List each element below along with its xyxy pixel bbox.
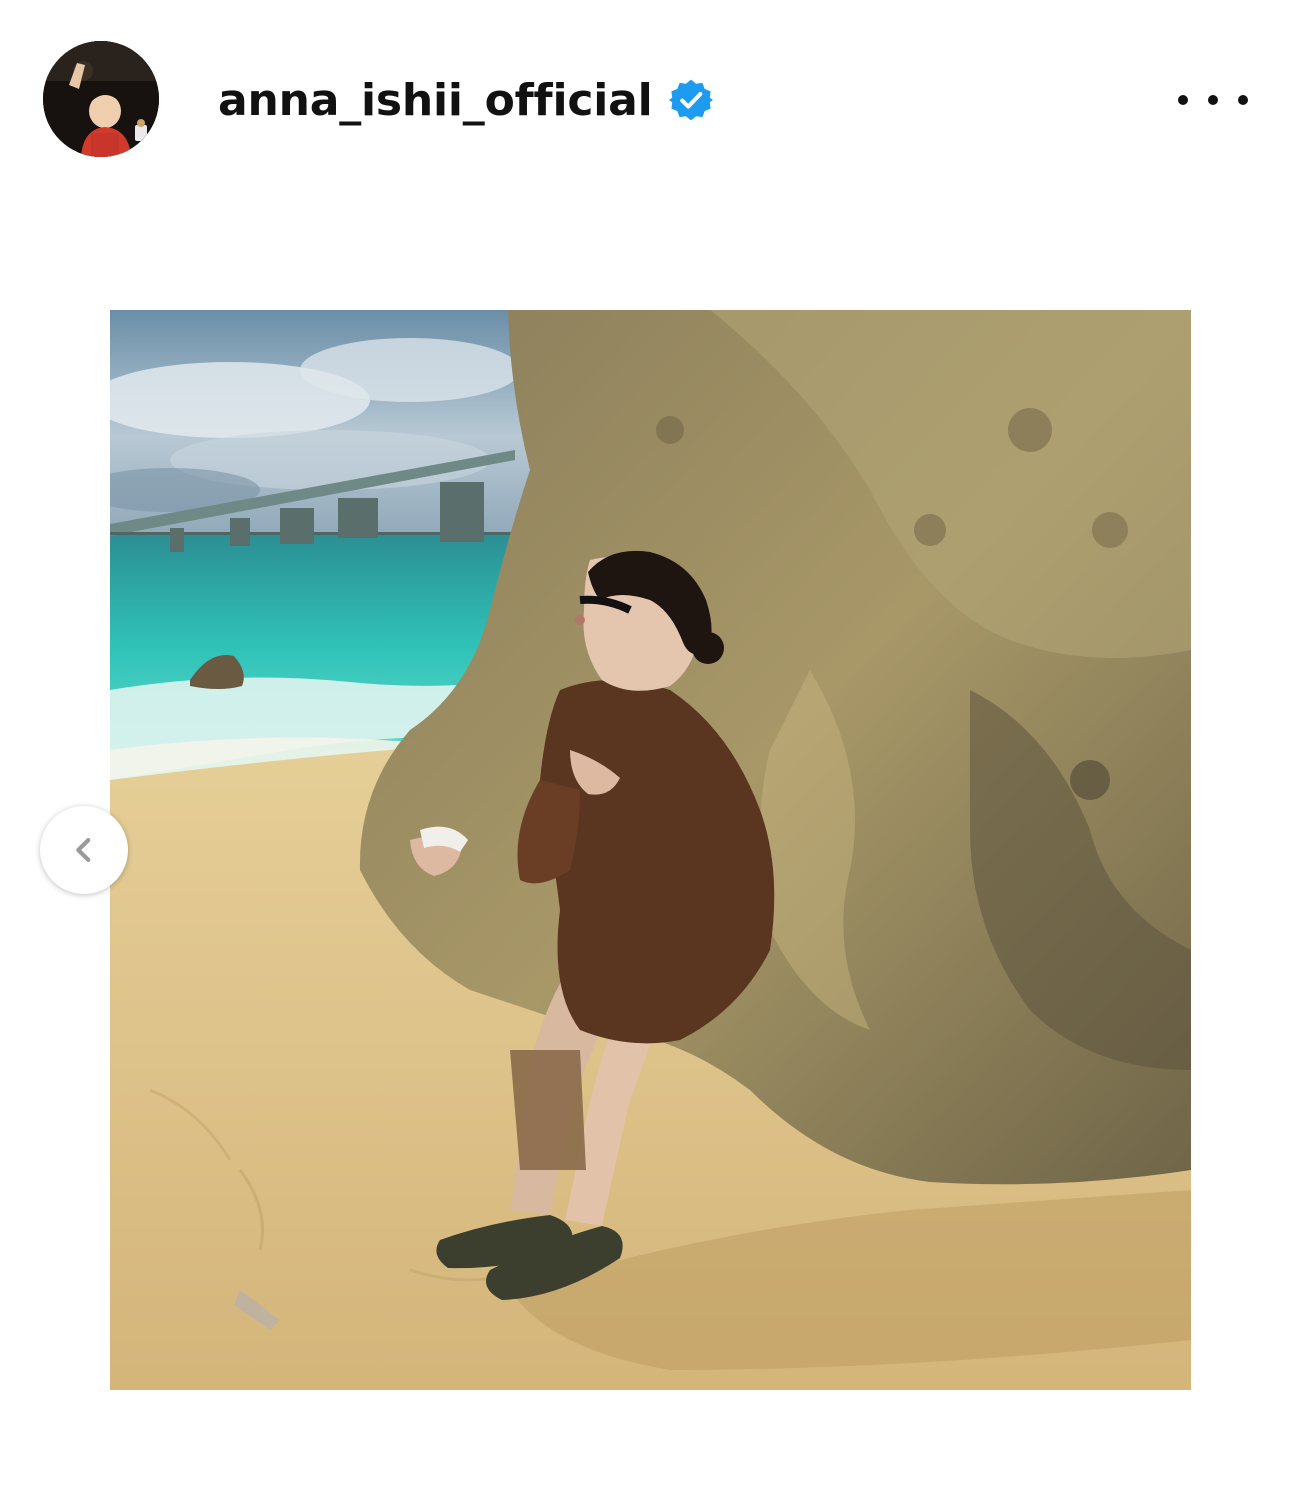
verified-badge-icon <box>668 78 713 122</box>
more-options-button[interactable] <box>1178 80 1248 120</box>
post-header: anna_ishii_official <box>0 0 1300 200</box>
avatar[interactable] <box>43 41 159 157</box>
avatar-image <box>43 41 159 157</box>
username[interactable]: anna_ishii_official <box>218 75 653 126</box>
username-row: anna_ishii_official <box>218 68 713 132</box>
carousel-prev-button[interactable] <box>40 806 128 894</box>
beach-photo <box>110 310 1191 1390</box>
more-options-icon <box>1178 95 1188 105</box>
post-photo[interactable] <box>110 310 1191 1390</box>
chevron-left-icon <box>76 837 91 863</box>
